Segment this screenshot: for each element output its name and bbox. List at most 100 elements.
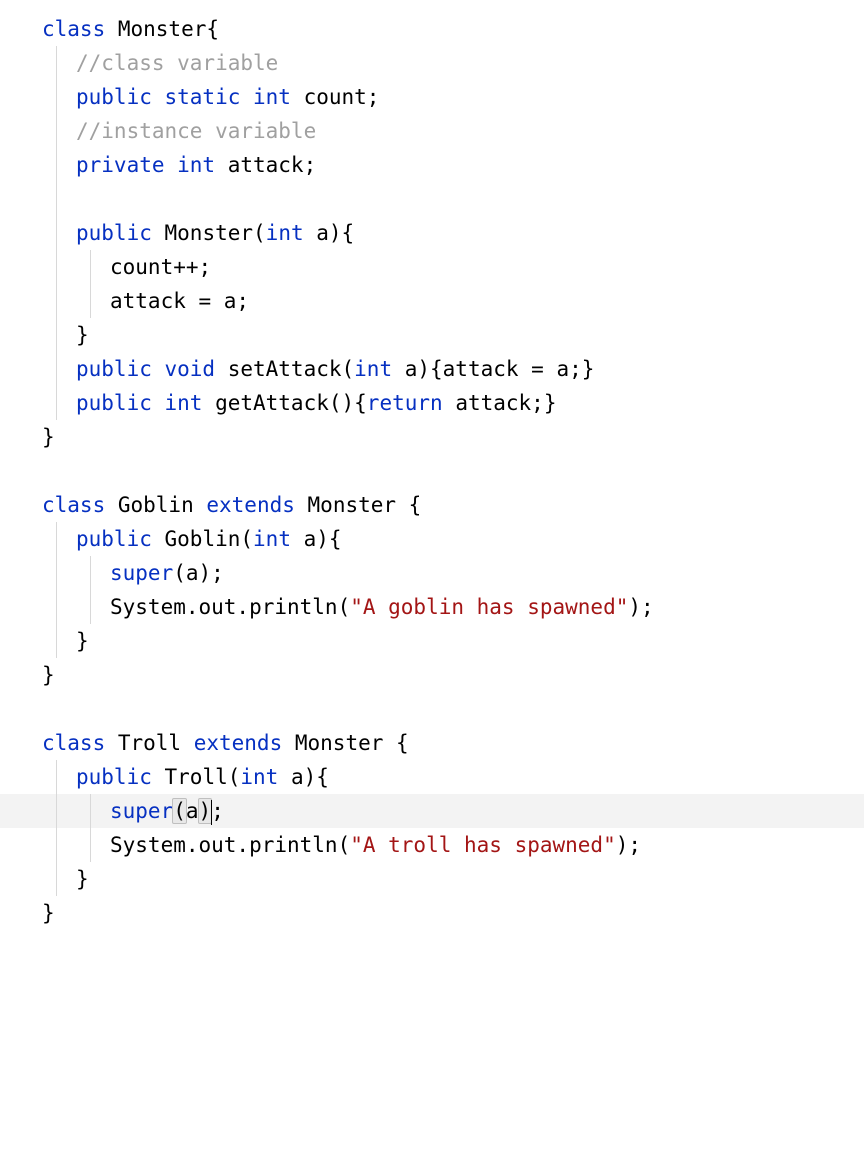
code-line[interactable]: //class variable xyxy=(0,46,864,80)
code-token-plain: a xyxy=(186,799,199,823)
code-line[interactable]: } xyxy=(0,862,864,896)
code-token-kw: public static int xyxy=(76,85,304,109)
code-token-plain: ; xyxy=(211,799,224,823)
indent-guide xyxy=(90,794,91,828)
code-token-plain: attack = a; xyxy=(110,289,249,313)
code-token-plain: Monster( xyxy=(165,221,266,245)
code-token-plain: ); xyxy=(628,595,653,619)
code-token-kw: public int xyxy=(76,391,215,415)
code-line[interactable]: public Troll(int a){ xyxy=(0,760,864,794)
code-line[interactable]: } xyxy=(0,420,864,454)
code-token-comment: //instance variable xyxy=(76,119,316,143)
code-line[interactable]: } xyxy=(0,896,864,930)
code-token-plain: } xyxy=(42,901,55,925)
code-token-plain: Monster { xyxy=(308,493,422,517)
code-token-kw: class xyxy=(42,493,118,517)
indent-guide xyxy=(56,862,57,896)
code-token-kw: return xyxy=(367,391,456,415)
code-token-plain: Goblin( xyxy=(165,527,254,551)
text-cursor xyxy=(211,800,212,824)
code-token-plain: } xyxy=(76,867,89,891)
code-line[interactable]: //instance variable xyxy=(0,114,864,148)
code-token-kw: private int xyxy=(76,153,228,177)
code-line[interactable]: super(a); xyxy=(0,556,864,590)
code-token-kw: super xyxy=(110,799,173,823)
code-token-plain: count; xyxy=(304,85,380,109)
code-token-plain: Goblin xyxy=(118,493,207,517)
code-token-plain: a){ xyxy=(291,765,329,789)
indent-guide xyxy=(56,80,57,114)
code-token-kw: class xyxy=(42,17,118,41)
code-token-plain: attack;} xyxy=(455,391,556,415)
code-line[interactable]: } xyxy=(0,318,864,352)
indent-guide xyxy=(56,284,57,318)
code-token-plain: } xyxy=(76,629,89,653)
code-token-kw: int xyxy=(354,357,405,381)
code-token-kw: extends xyxy=(206,493,307,517)
indent-guide xyxy=(56,386,57,420)
code-line[interactable]: private int attack; xyxy=(0,148,864,182)
indent-guide xyxy=(56,522,57,556)
code-token-plain: Monster{ xyxy=(118,17,219,41)
code-line[interactable]: class Goblin extends Monster { xyxy=(0,488,864,522)
code-token-str: "A goblin has spawned" xyxy=(350,595,628,619)
indent-guide xyxy=(90,828,91,862)
code-token-kw: super xyxy=(110,561,173,585)
code-token-plain: } xyxy=(42,425,55,449)
code-line[interactable]: System.out.println("A troll has spawned"… xyxy=(0,828,864,862)
code-token-plain: } xyxy=(42,663,55,687)
indent-guide xyxy=(56,828,57,862)
indent-guide xyxy=(56,216,57,250)
code-line[interactable]: class Monster{ xyxy=(0,12,864,46)
code-token-plain: ); xyxy=(616,833,641,857)
indent-guide xyxy=(90,250,91,284)
code-line[interactable]: attack = a; xyxy=(0,284,864,318)
code-token-plain: a){ xyxy=(304,527,342,551)
code-line[interactable]: public static int count; xyxy=(0,80,864,114)
code-token-plain: Troll xyxy=(118,731,194,755)
code-token-kw: extends xyxy=(194,731,295,755)
indent-guide xyxy=(56,46,57,80)
code-token-plain: Monster { xyxy=(295,731,409,755)
code-editor[interactable]: class Monster{ //class variable public sta… xyxy=(0,0,864,942)
code-line[interactable] xyxy=(0,692,864,726)
indent-guide xyxy=(90,284,91,318)
code-token-comment: //class variable xyxy=(76,51,278,75)
code-token-kw: public void xyxy=(76,357,228,381)
code-line[interactable]: } xyxy=(0,624,864,658)
code-token-kw: public xyxy=(76,765,165,789)
code-line[interactable]: class Troll extends Monster { xyxy=(0,726,864,760)
code-line[interactable]: super(a); xyxy=(0,794,864,828)
code-token-plain: getAttack(){ xyxy=(215,391,367,415)
code-line[interactable]: public int getAttack(){return attack;} xyxy=(0,386,864,420)
code-token-plain: attack; xyxy=(228,153,317,177)
code-line[interactable] xyxy=(0,182,864,216)
indent-guide xyxy=(56,250,57,284)
code-token-plain: a){attack = a;} xyxy=(405,357,595,381)
code-line[interactable]: public void setAttack(int a){attack = a;… xyxy=(0,352,864,386)
code-line[interactable]: } xyxy=(0,658,864,692)
indent-guide xyxy=(56,760,57,794)
code-line[interactable]: System.out.println("A goblin has spawned… xyxy=(0,590,864,624)
code-token-kw: public xyxy=(76,221,165,245)
code-token-plain: setAttack( xyxy=(228,357,354,381)
indent-guide xyxy=(90,556,91,590)
indent-guide xyxy=(56,182,57,216)
code-token-plain: } xyxy=(76,323,89,347)
code-token-kw: int xyxy=(240,765,291,789)
indent-guide xyxy=(90,590,91,624)
indent-guide xyxy=(56,148,57,182)
code-token-plain: (a); xyxy=(173,561,224,585)
code-token-plain: a){ xyxy=(316,221,354,245)
code-token-kw: class xyxy=(42,731,118,755)
code-line[interactable]: public Goblin(int a){ xyxy=(0,522,864,556)
code-line[interactable]: public Monster(int a){ xyxy=(0,216,864,250)
code-line[interactable] xyxy=(0,454,864,488)
indent-guide xyxy=(56,318,57,352)
code-token-plain: Troll( xyxy=(165,765,241,789)
indent-guide xyxy=(56,556,57,590)
indent-guide xyxy=(56,794,57,828)
code-token-plain: count++; xyxy=(110,255,211,279)
indent-guide xyxy=(56,114,57,148)
code-line[interactable]: count++; xyxy=(0,250,864,284)
